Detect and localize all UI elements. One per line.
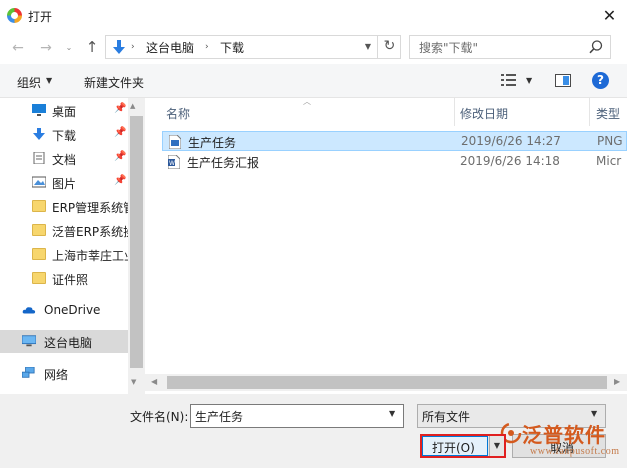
sidebar-scrollbar-thumb[interactable] <box>130 116 143 368</box>
folder-icon <box>32 200 46 212</box>
scroll-right-arrow-icon[interactable]: ▶ <box>614 377 620 386</box>
folder-icon <box>32 272 46 284</box>
folder-icon <box>32 248 46 260</box>
sidebar-item-desktop[interactable]: 桌面 📌 <box>0 99 128 122</box>
address-dropdown-button[interactable]: ▼ <box>361 38 375 56</box>
word-file-icon: W <box>168 155 180 169</box>
scroll-left-arrow-icon[interactable]: ◀ <box>151 377 157 386</box>
file-type: Micr <box>596 154 622 168</box>
file-modified: 2019/6/26 14:27 <box>461 134 561 148</box>
browser-app-icon <box>7 8 22 23</box>
breadcrumb-this-pc[interactable]: 这台电脑 <box>146 39 194 56</box>
recent-locations-button[interactable]: ⌄ <box>62 38 76 58</box>
sidebar-item-documents[interactable]: 文档 📌 <box>0 147 128 170</box>
download-icon <box>33 128 45 140</box>
file-name: 生产任务 <box>188 136 237 150</box>
sidebar-item-label: 网络 <box>44 368 69 382</box>
folder-icon <box>32 224 46 236</box>
sidebar-item-pictures[interactable]: 图片 📌 <box>0 171 128 194</box>
filename-value[interactable]: 生产任务 <box>195 408 243 425</box>
sidebar-item-label: OneDrive <box>44 303 101 317</box>
sidebar-item-folder[interactable]: 证件照 <box>0 267 128 290</box>
scroll-up-arrow-icon[interactable]: ▲ <box>130 102 135 110</box>
view-options-icon[interactable] <box>501 73 517 87</box>
preview-pane-icon[interactable] <box>555 74 571 87</box>
sidebar-item-label: ERP管理系统管 <box>52 201 128 215</box>
chevron-down-icon[interactable]: ▼ <box>591 409 597 418</box>
pin-icon: 📌 <box>114 151 127 162</box>
close-icon: ✕ <box>602 6 617 25</box>
sidebar-item-folder[interactable]: 上海市莘庄工业 <box>0 243 128 266</box>
sidebar-item-onedrive[interactable]: OneDrive <box>0 299 128 322</box>
pin-icon: 📌 <box>114 103 127 114</box>
sidebar-item-downloads[interactable]: 下载 📌 <box>0 123 128 146</box>
document-icon <box>33 152 45 164</box>
chevron-down-icon[interactable]: ▼ <box>46 76 52 85</box>
chevron-down-icon[interactable]: ▼ <box>389 409 395 418</box>
breadcrumb-downloads[interactable]: 下载 <box>220 39 244 56</box>
sidebar-item-label: 证件照 <box>52 273 89 287</box>
breadcrumb-separator[interactable]: › <box>131 38 135 56</box>
organize-button[interactable]: 组织 <box>17 74 41 91</box>
sidebar-item-label: 泛普ERP系统操 <box>52 225 128 239</box>
pin-icon: 📌 <box>114 127 127 138</box>
refresh-button[interactable]: ↻ <box>377 35 401 59</box>
desktop-icon <box>32 104 46 116</box>
up-folder-button[interactable]: ↑ <box>82 37 102 57</box>
png-file-icon <box>169 135 181 149</box>
filename-label: 文件名(N): <box>130 410 189 424</box>
chevron-down-icon[interactable]: ▼ <box>526 76 532 85</box>
download-folder-icon <box>113 40 125 54</box>
svg-text:W: W <box>169 160 175 167</box>
window-title: 打开 <box>28 10 53 24</box>
horizontal-scrollbar-thumb[interactable] <box>167 376 607 389</box>
navigation-pane: 桌面 📌 下载 📌 文档 📌 图片 📌 ERP管理系统管 泛普ERP系统操 上海… <box>0 98 145 394</box>
open-button-label[interactable]: 打开(O) <box>432 439 475 456</box>
column-header-modified[interactable]: 修改日期 <box>460 105 508 122</box>
table-row[interactable]: 生产任务 2019/6/26 14:27 PNG <box>162 131 627 151</box>
sidebar-item-folder[interactable]: ERP管理系统管 <box>0 195 128 218</box>
watermark-url: www.fanpusoft.com <box>530 446 620 457</box>
picture-icon <box>32 176 46 188</box>
file-name: 生产任务汇报 <box>187 156 260 170</box>
title-bar <box>0 0 627 31</box>
search-icon[interactable] <box>588 39 604 55</box>
filetype-value[interactable]: 所有文件 <box>422 408 470 425</box>
column-header-type[interactable]: 类型 <box>596 105 620 122</box>
sidebar-item-folder[interactable]: 泛普ERP系统操 <box>0 219 128 242</box>
this-pc-icon <box>22 335 36 347</box>
breadcrumb-separator[interactable]: › <box>205 38 209 56</box>
back-button[interactable]: ← <box>8 38 28 58</box>
open-options-dropdown[interactable]: ▼ <box>489 436 504 456</box>
column-divider[interactable] <box>589 98 590 126</box>
search-placeholder: 搜索"下载" <box>419 41 479 55</box>
column-header-name[interactable]: 名称 <box>166 105 190 122</box>
pin-icon: 📌 <box>114 175 127 186</box>
watermark-text: 泛普软件 <box>522 423 606 447</box>
table-row[interactable]: W 生产任务汇报 2019/6/26 14:18 Micr <box>162 152 627 172</box>
sidebar-item-label: 上海市莘庄工业 <box>52 249 128 263</box>
scroll-down-arrow-icon[interactable]: ▼ <box>131 378 136 386</box>
file-type: PNG <box>597 134 623 148</box>
sort-ascending-icon: ︿ <box>303 97 311 106</box>
help-icon[interactable]: ? <box>592 72 609 89</box>
new-folder-button[interactable]: 新建文件夹 <box>84 74 144 91</box>
sidebar-item-label: 这台电脑 <box>44 336 93 350</box>
onedrive-icon <box>22 307 36 314</box>
column-divider[interactable] <box>454 98 455 126</box>
sidebar-item-this-pc[interactable]: 这台电脑 <box>0 330 128 353</box>
file-modified: 2019/6/26 14:18 <box>460 154 560 168</box>
network-icon <box>22 367 35 378</box>
close-button[interactable]: ✕ <box>592 0 627 31</box>
forward-button[interactable]: → <box>36 38 56 58</box>
sidebar-item-network[interactable]: 网络 <box>0 362 128 385</box>
